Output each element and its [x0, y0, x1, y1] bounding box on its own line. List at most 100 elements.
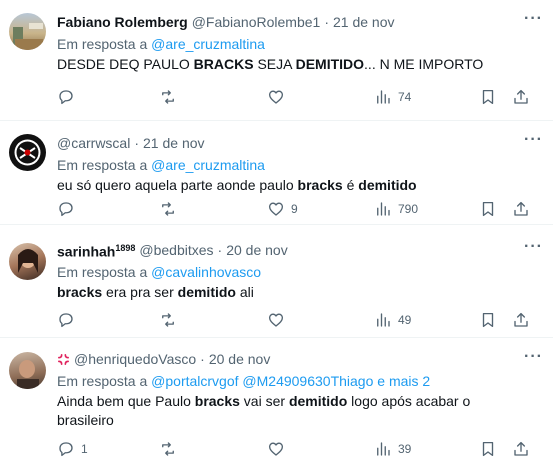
more-options-button[interactable]: ···: [524, 349, 543, 365]
name-superscript: 1898: [115, 243, 136, 254]
separator: ·: [324, 14, 329, 30]
reply-to-link[interactable]: @cavalinhovasco: [151, 264, 261, 280]
bookmark-icon: [482, 441, 494, 457]
retweet-button[interactable]: [159, 311, 183, 329]
views-bar-chart-icon: [377, 313, 390, 327]
more-options-button[interactable]: ···: [524, 132, 543, 148]
tweet-text: eu só quero aquela parte aonde paulo bra…: [57, 176, 541, 195]
tweet-header: sarinhah1898 @bedbitxes · 20 de nov: [57, 239, 541, 261]
handle[interactable]: @henriquedoVasco: [74, 350, 196, 368]
tweet-text: DESDE DEQ PAULO BRACKS SEJA DEMITIDO... …: [57, 55, 541, 74]
reply-button[interactable]: [57, 200, 81, 218]
display-name[interactable]: Fabiano Rolemberg: [57, 13, 188, 31]
retweet-icon: [162, 90, 174, 104]
avatar[interactable]: [9, 243, 46, 280]
text-segment: é: [342, 177, 359, 193]
retweet-button[interactable]: [159, 440, 183, 458]
handle[interactable]: @carrwscal: [57, 134, 130, 152]
tweet[interactable]: sarinhah1898 @bedbitxes · 20 de nov Em r…: [0, 225, 553, 338]
highlighted-keyword: bracks: [57, 284, 103, 300]
display-name[interactable]: sarinhah1898: [57, 239, 135, 261]
reply-to-link[interactable]: @portalcrvgof @M24909630Thiago e mais 2: [151, 373, 430, 389]
bookmark-button[interactable]: [479, 311, 497, 329]
share-upload-icon: [514, 89, 528, 104]
like-button[interactable]: [267, 311, 291, 329]
reply-prefix: Em resposta a: [57, 264, 148, 280]
heart-icon: [268, 442, 284, 456]
action-bar: 49: [57, 311, 553, 331]
action-bar: 74: [57, 88, 553, 108]
share-button[interactable]: [512, 200, 530, 218]
views-button[interactable]: 790: [374, 200, 418, 218]
avatar[interactable]: [9, 352, 46, 389]
separator: ·: [200, 351, 205, 367]
like-button[interactable]: [267, 88, 291, 106]
views-bar-chart-icon: [377, 90, 390, 104]
views-bar-chart-icon: [377, 442, 390, 456]
views-button[interactable]: 49: [374, 311, 411, 329]
timestamp[interactable]: 20 de nov: [209, 350, 271, 368]
text-segment: ali: [235, 284, 254, 300]
like-button[interactable]: [267, 440, 291, 458]
reply-prefix: Em resposta a: [57, 157, 148, 173]
retweet-icon: [162, 442, 174, 456]
bookmark-button[interactable]: [479, 88, 497, 106]
tweet-header: @henriquedoVasco · 20 de nov: [57, 350, 541, 368]
tweet[interactable]: Fabiano Rolemberg @FabianoRolembe1 · 21 …: [0, 0, 553, 121]
bookmark-button[interactable]: [479, 200, 497, 218]
share-upload-icon: [514, 201, 528, 216]
like-button[interactable]: 9: [267, 200, 298, 218]
highlighted-keyword: demitido: [177, 284, 236, 300]
reply-button[interactable]: [57, 88, 81, 106]
avatar-photo-icon: [18, 249, 38, 273]
share-button[interactable]: [512, 440, 530, 458]
reply-bubble-icon: [59, 90, 73, 105]
highlighted-keyword: demitido: [288, 393, 348, 409]
reply-to-link[interactable]: @are_cruzmaltina: [151, 36, 265, 52]
reply-context: Em resposta a @are_cruzmaltina: [57, 35, 541, 54]
tweet[interactable]: @henriquedoVasco · 20 de nov Em resposta…: [0, 338, 553, 474]
more-options-button[interactable]: ···: [524, 11, 543, 27]
bookmark-button[interactable]: [479, 440, 497, 458]
share-button[interactable]: [512, 311, 530, 329]
like-count: 9: [291, 202, 298, 216]
avatar[interactable]: [9, 13, 46, 50]
anger-symbol-icon: [58, 353, 69, 365]
heart-icon: [268, 202, 284, 216]
tweet[interactable]: @carrwscal · 21 de nov Em resposta a @ar…: [0, 121, 553, 225]
bookmark-icon: [482, 89, 494, 105]
reply-bubble-icon: [59, 202, 73, 217]
timestamp[interactable]: 21 de nov: [333, 13, 395, 31]
reply-count: 1: [81, 442, 88, 456]
reply-bubble-icon: [59, 313, 73, 328]
views-count: 74: [398, 90, 412, 104]
avatar-photo-icon: [17, 360, 39, 389]
text-segment: vai ser: [239, 393, 289, 409]
avatar[interactable]: [9, 134, 46, 171]
timestamp[interactable]: 21 de nov: [143, 134, 205, 152]
highlighted-keyword: BRACKS: [193, 56, 254, 72]
handle[interactable]: @bedbitxes: [139, 241, 213, 259]
reply-button[interactable]: 1: [57, 440, 88, 458]
separator: ·: [217, 242, 223, 258]
handle[interactable]: @FabianoRolembe1: [192, 13, 321, 31]
retweet-button[interactable]: [159, 200, 183, 218]
timestamp[interactable]: 20 de nov: [226, 241, 288, 259]
text-segment: SEJA: [253, 56, 296, 72]
tweet-header: Fabiano Rolemberg @FabianoRolembe1 · 21 …: [57, 13, 541, 31]
views-count: 790: [398, 202, 419, 216]
highlighted-keyword: DEMITIDO: [295, 56, 365, 72]
more-options-button[interactable]: ···: [524, 239, 543, 255]
views-button[interactable]: 74: [374, 88, 411, 106]
text-segment: ... N ME IMPORTO: [364, 56, 484, 72]
retweet-button[interactable]: [159, 88, 183, 106]
share-button[interactable]: [512, 88, 530, 106]
retweet-icon: [162, 313, 174, 327]
views-bar-chart-icon: [377, 202, 390, 216]
views-count: 39: [398, 442, 412, 456]
views-button[interactable]: 39: [374, 440, 411, 458]
reply-to-link[interactable]: @are_cruzmaltina: [151, 157, 265, 173]
reply-button[interactable]: [57, 311, 81, 329]
action-bar: 1 39: [57, 440, 553, 460]
separator: ·: [134, 135, 140, 151]
